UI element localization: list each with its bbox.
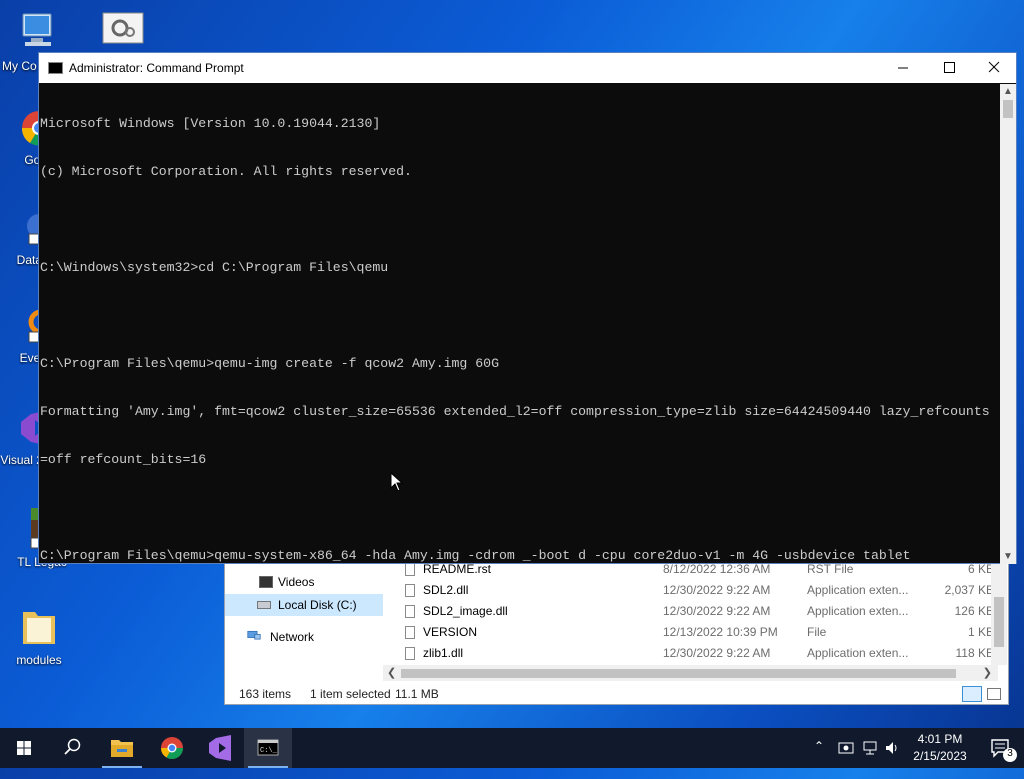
status-bar: 163 items 1 item selected 11.1 MB [225,683,1008,705]
minimize-icon [898,67,908,69]
minimize-button[interactable] [880,53,926,83]
file-explorer-icon [111,740,133,757]
taskbar-chrome[interactable] [148,728,196,768]
desktop-icon-label: modules [16,653,62,667]
network-icon [247,630,261,640]
file-list-horizontal-scrollbar[interactable]: ❮ ❯ [383,665,998,681]
computer-icon [22,13,52,46]
search-button[interactable] [48,728,96,768]
window-title: Administrator: Command Prompt [69,61,244,75]
file-name: zlib1.dll [423,646,464,660]
scrollbar-thumb[interactable] [1003,100,1013,118]
dll-file-icon [405,647,415,660]
close-button[interactable] [971,53,1017,83]
console-line: Microsoft Windows [Version 10.0.19044.21… [40,116,381,131]
file-size: 118 KB [955,646,994,660]
window-titlebar[interactable]: Administrator: Command Prompt [39,53,1016,83]
notification-center-button[interactable]: 3 [980,728,1024,768]
console-scrollbar[interactable]: ▲ ▼ [1000,84,1016,564]
scroll-down-icon[interactable]: ▼ [1003,551,1013,562]
show-hidden-icons-chevron-icon[interactable]: ⌃ [814,739,824,779]
command-prompt-icon: C:\_ [257,739,279,756]
nav-item-label: Network [270,630,315,644]
file-date: 12/30/2022 9:22 AM [663,604,771,618]
nav-item-local-disk[interactable]: Local Disk (C:) [225,594,383,616]
console-line: Formatting 'Amy.img', fmt=qcow2 cluster_… [40,404,990,419]
dll-file-icon [405,605,415,618]
notification-icon [991,739,1017,762]
file-icon [405,626,415,639]
svg-text:C:\_: C:\_ [260,747,278,755]
console-line: C:\Windows\system32>cd C:\Program Files\… [40,260,389,275]
mouse-pointer-icon [390,472,404,492]
scroll-left-icon[interactable]: ❮ [387,666,396,679]
console-line: =off refcount_bits=16 [40,452,207,467]
taskbar-visual-studio[interactable] [196,728,244,768]
maximize-button[interactable] [926,53,972,83]
drive-icon [257,601,271,609]
windows-start-icon [17,741,31,755]
file-row[interactable]: VERSION 12/13/2022 10:39 PM File 1 KB [383,622,998,643]
network-icon[interactable] [862,740,880,756]
console-output[interactable]: Microsoft Windows [Version 10.0.19044.21… [39,84,999,564]
start-button[interactable] [0,728,48,768]
taskbar-file-explorer[interactable] [98,728,146,768]
taskbar-command-prompt[interactable]: C:\_ [244,728,292,768]
console-input-line: C:\Program Files\qemu>qemu-system-x86_64… [40,548,911,563]
details-view-icon[interactable] [962,686,982,702]
large-icons-view-icon[interactable] [987,688,1001,700]
file-row[interactable]: SDL2_image.dll 12/30/2022 9:22 AM Applic… [383,601,998,622]
file-type: Application exten... [807,604,909,618]
notification-badge: 3 [1007,748,1013,759]
selection-count: 1 item selected [310,687,391,701]
desktop-icon-settings[interactable] [88,12,158,51]
file-row[interactable]: zlib1.dll 12/30/2022 9:22 AM Application… [383,643,998,664]
console-line: C:\Program Files\qemu>qemu-img create -f… [40,356,499,371]
selection-size: 11.1 MB [395,687,439,701]
scroll-up-icon[interactable]: ▲ [1003,86,1013,97]
file-size: 126 KB [954,604,994,618]
file-name: SDL2_image.dll [423,604,508,618]
clock-time: 4:01 PM [917,732,963,746]
scrollbar-thumb[interactable] [401,669,956,678]
settings-app-icon [102,12,144,44]
nav-item-label: Local Disk (C:) [278,598,357,612]
clock-date: 2/15/2023 [913,749,967,763]
console-line: (c) Microsoft Corporation. All rights re… [40,164,412,179]
item-count: 163 items [239,687,292,701]
close-icon [988,61,1000,73]
maximize-icon [944,62,955,73]
visual-studio-icon [209,735,231,761]
search-icon [64,738,81,755]
taskbar-clock[interactable]: 4:01 PM 2/15/2023 [900,731,980,765]
file-date: 12/13/2022 10:39 PM [663,625,778,639]
desktop-icon-modules[interactable]: modules [4,604,74,667]
file-type: File [807,625,827,639]
file-type: Application exten... [807,646,909,660]
command-prompt-window[interactable]: Administrator: Command Prompt Microsoft … [38,52,1017,564]
folder-icon [23,612,55,644]
file-name: VERSION [423,625,478,639]
taskbar: C:\_ ⌃ 4:01 PM 2/15/2023 3 [0,728,1024,768]
chrome-icon [161,737,183,759]
nav-item-network[interactable]: Network [225,626,383,648]
command-prompt-icon [48,62,63,74]
volume-icon[interactable] [884,740,900,756]
scroll-right-icon[interactable]: ❯ [983,666,992,679]
tray-security-icon[interactable] [838,740,854,756]
scrollbar-thumb[interactable] [994,597,1004,647]
file-date: 12/30/2022 9:22 AM [663,646,771,660]
